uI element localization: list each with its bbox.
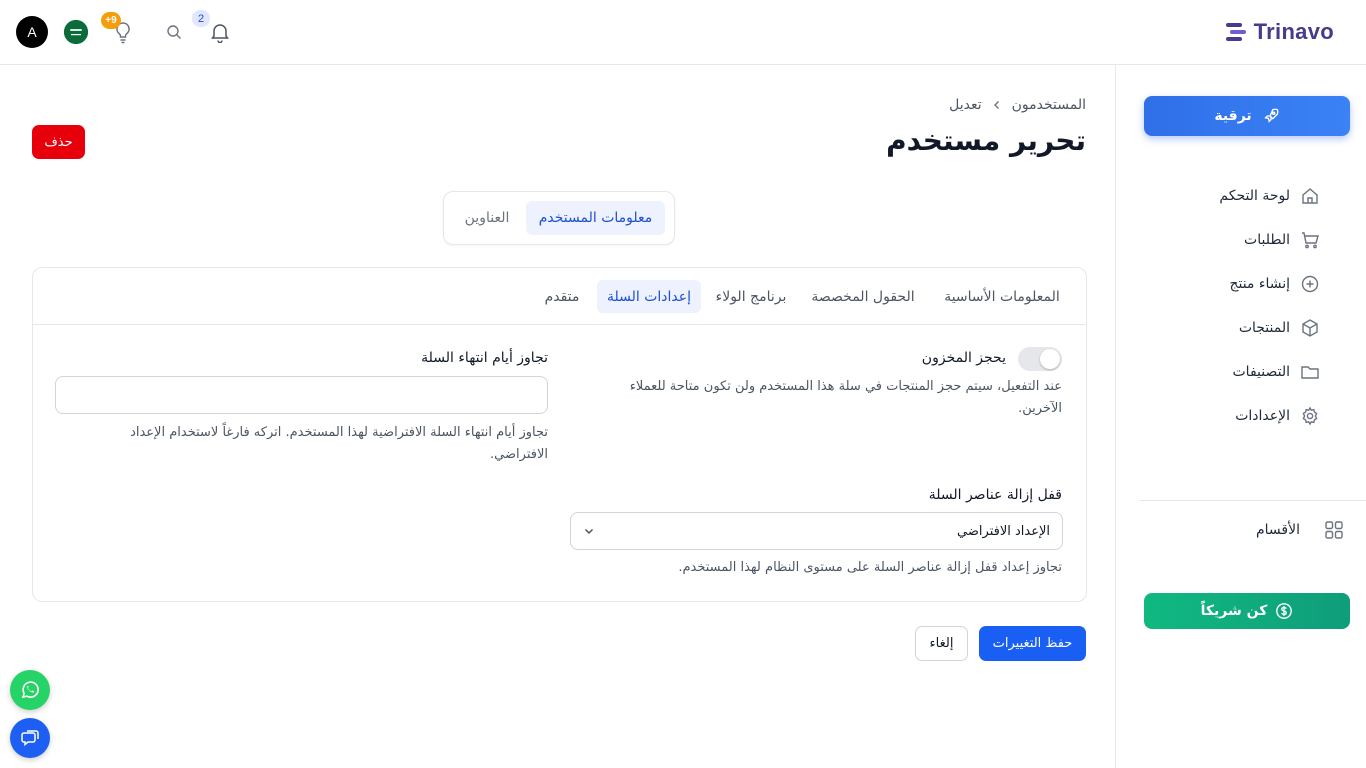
sidebar-item-products[interactable]: المنتجات [1239,316,1320,340]
chat-button[interactable] [10,718,50,758]
cart-icon [1302,232,1319,249]
logo-text: Trinavo [1253,19,1334,44]
whatsapp-button[interactable] [10,670,50,710]
breadcrumb-current: تعديل [949,97,982,113]
gear-icon [1302,406,1318,426]
whatsapp-icon [21,681,39,699]
cart-expiry-help: تجاوز أيام انتهاء السلة الافتراضية لهذا … [130,425,548,462]
dollar-circle-icon [1276,603,1293,619]
breadcrumb-parent[interactable]: المستخدمون [1012,97,1086,113]
chevron-left-icon [993,101,999,109]
sidebar-item-dashboard[interactable]: لوحة التحكم [1219,184,1320,208]
sidebar-item-label: لوحة التحكم [1219,188,1290,204]
tab-basic-info[interactable]: المعلومات الأساسية [934,280,1070,313]
folder-icon [1301,366,1319,379]
cart-expiry-label: تجاوز أيام انتهاء السلة [421,350,548,366]
saudi-flag-icon[interactable] [64,20,88,44]
sidebar-divider [1140,500,1366,501]
chevron-down-icon [584,528,594,535]
cancel-button[interactable]: إلغاء [915,626,968,661]
main-tabs: معلومات المستخدم العناوين [443,191,675,245]
tab-advanced[interactable]: متقدم [533,280,591,313]
reserve-stock-label: يحجز المخزون [921,350,1006,366]
sidebar-item-sections[interactable]: الأقسام [1256,518,1344,542]
sidebar-item-orders[interactable]: الطلبات [1244,228,1320,252]
sidebar-item-label: إنشاء منتج [1229,276,1290,292]
sidebar-item-label: الطلبات [1244,232,1290,248]
sidebar-item-categories[interactable]: التصنيفات [1233,360,1321,384]
sidebar-item-settings[interactable]: الإعدادات [1235,404,1320,428]
logo-mark-icon [1225,23,1246,41]
user-avatar[interactable]: A [16,16,48,48]
home-icon [1302,188,1318,204]
chat-icon [21,730,39,747]
toggle-knob [1040,349,1060,369]
grid-icon [1325,521,1343,539]
sidebar-item-label: التصنيفات [1232,364,1291,380]
cart-lock-help: تجاوز إعداد قفل إزالة عناصر السلة على مس… [678,560,1062,575]
search-icon[interactable] [166,24,182,40]
save-button[interactable]: حفظ التغييرات [979,626,1086,661]
sidebar-item-label: المنتجات [1238,320,1290,336]
cart-expiry-input[interactable] [55,376,548,414]
tab-user-info[interactable]: معلومات المستخدم [526,201,665,235]
sidebar-item-create-product[interactable]: إنشاء منتج [1229,272,1320,296]
tab-custom-fields[interactable]: الحقول المخصصة [804,280,922,313]
upgrade-label: ترقية [1214,108,1252,124]
become-partner-button[interactable]: كن شريكاً [1144,593,1350,629]
tab-cart-settings[interactable]: إعدادات السلة [597,280,701,313]
reserve-stock-help: عند التفعيل، سيتم حجز المنتجات في سلة هذ… [629,379,1062,416]
upgrade-button[interactable]: ترقية [1144,96,1350,136]
box-icon [1302,319,1318,337]
partner-label: كن شريكاً [1200,603,1268,619]
bell-icon[interactable] [209,21,231,44]
notification-badge: 2 [192,10,210,27]
cart-lock-selected: الإعداد الافتراضي [957,523,1050,539]
delete-button[interactable]: حذف [32,125,85,159]
sidebar-item-label: الأقسام [1256,522,1300,538]
rocket-icon [1263,108,1279,123]
tab-loyalty-program[interactable]: برنامج الولاء [708,280,794,313]
tips-badge: +9 [101,12,121,29]
app-logo[interactable]: Trinavo [1224,18,1334,46]
tab-addresses[interactable]: العناوين [450,201,524,235]
sidebar-item-label: الإعدادات [1235,408,1290,424]
cart-lock-label: قفل إزالة عناصر السلة [928,487,1062,503]
page-title: تحرير مستخدم [886,124,1086,157]
cart-lock-select[interactable]: الإعداد الافتراضي [570,512,1063,550]
breadcrumb: المستخدمون تعديل [949,97,1086,113]
plus-circle-icon [1301,275,1319,293]
